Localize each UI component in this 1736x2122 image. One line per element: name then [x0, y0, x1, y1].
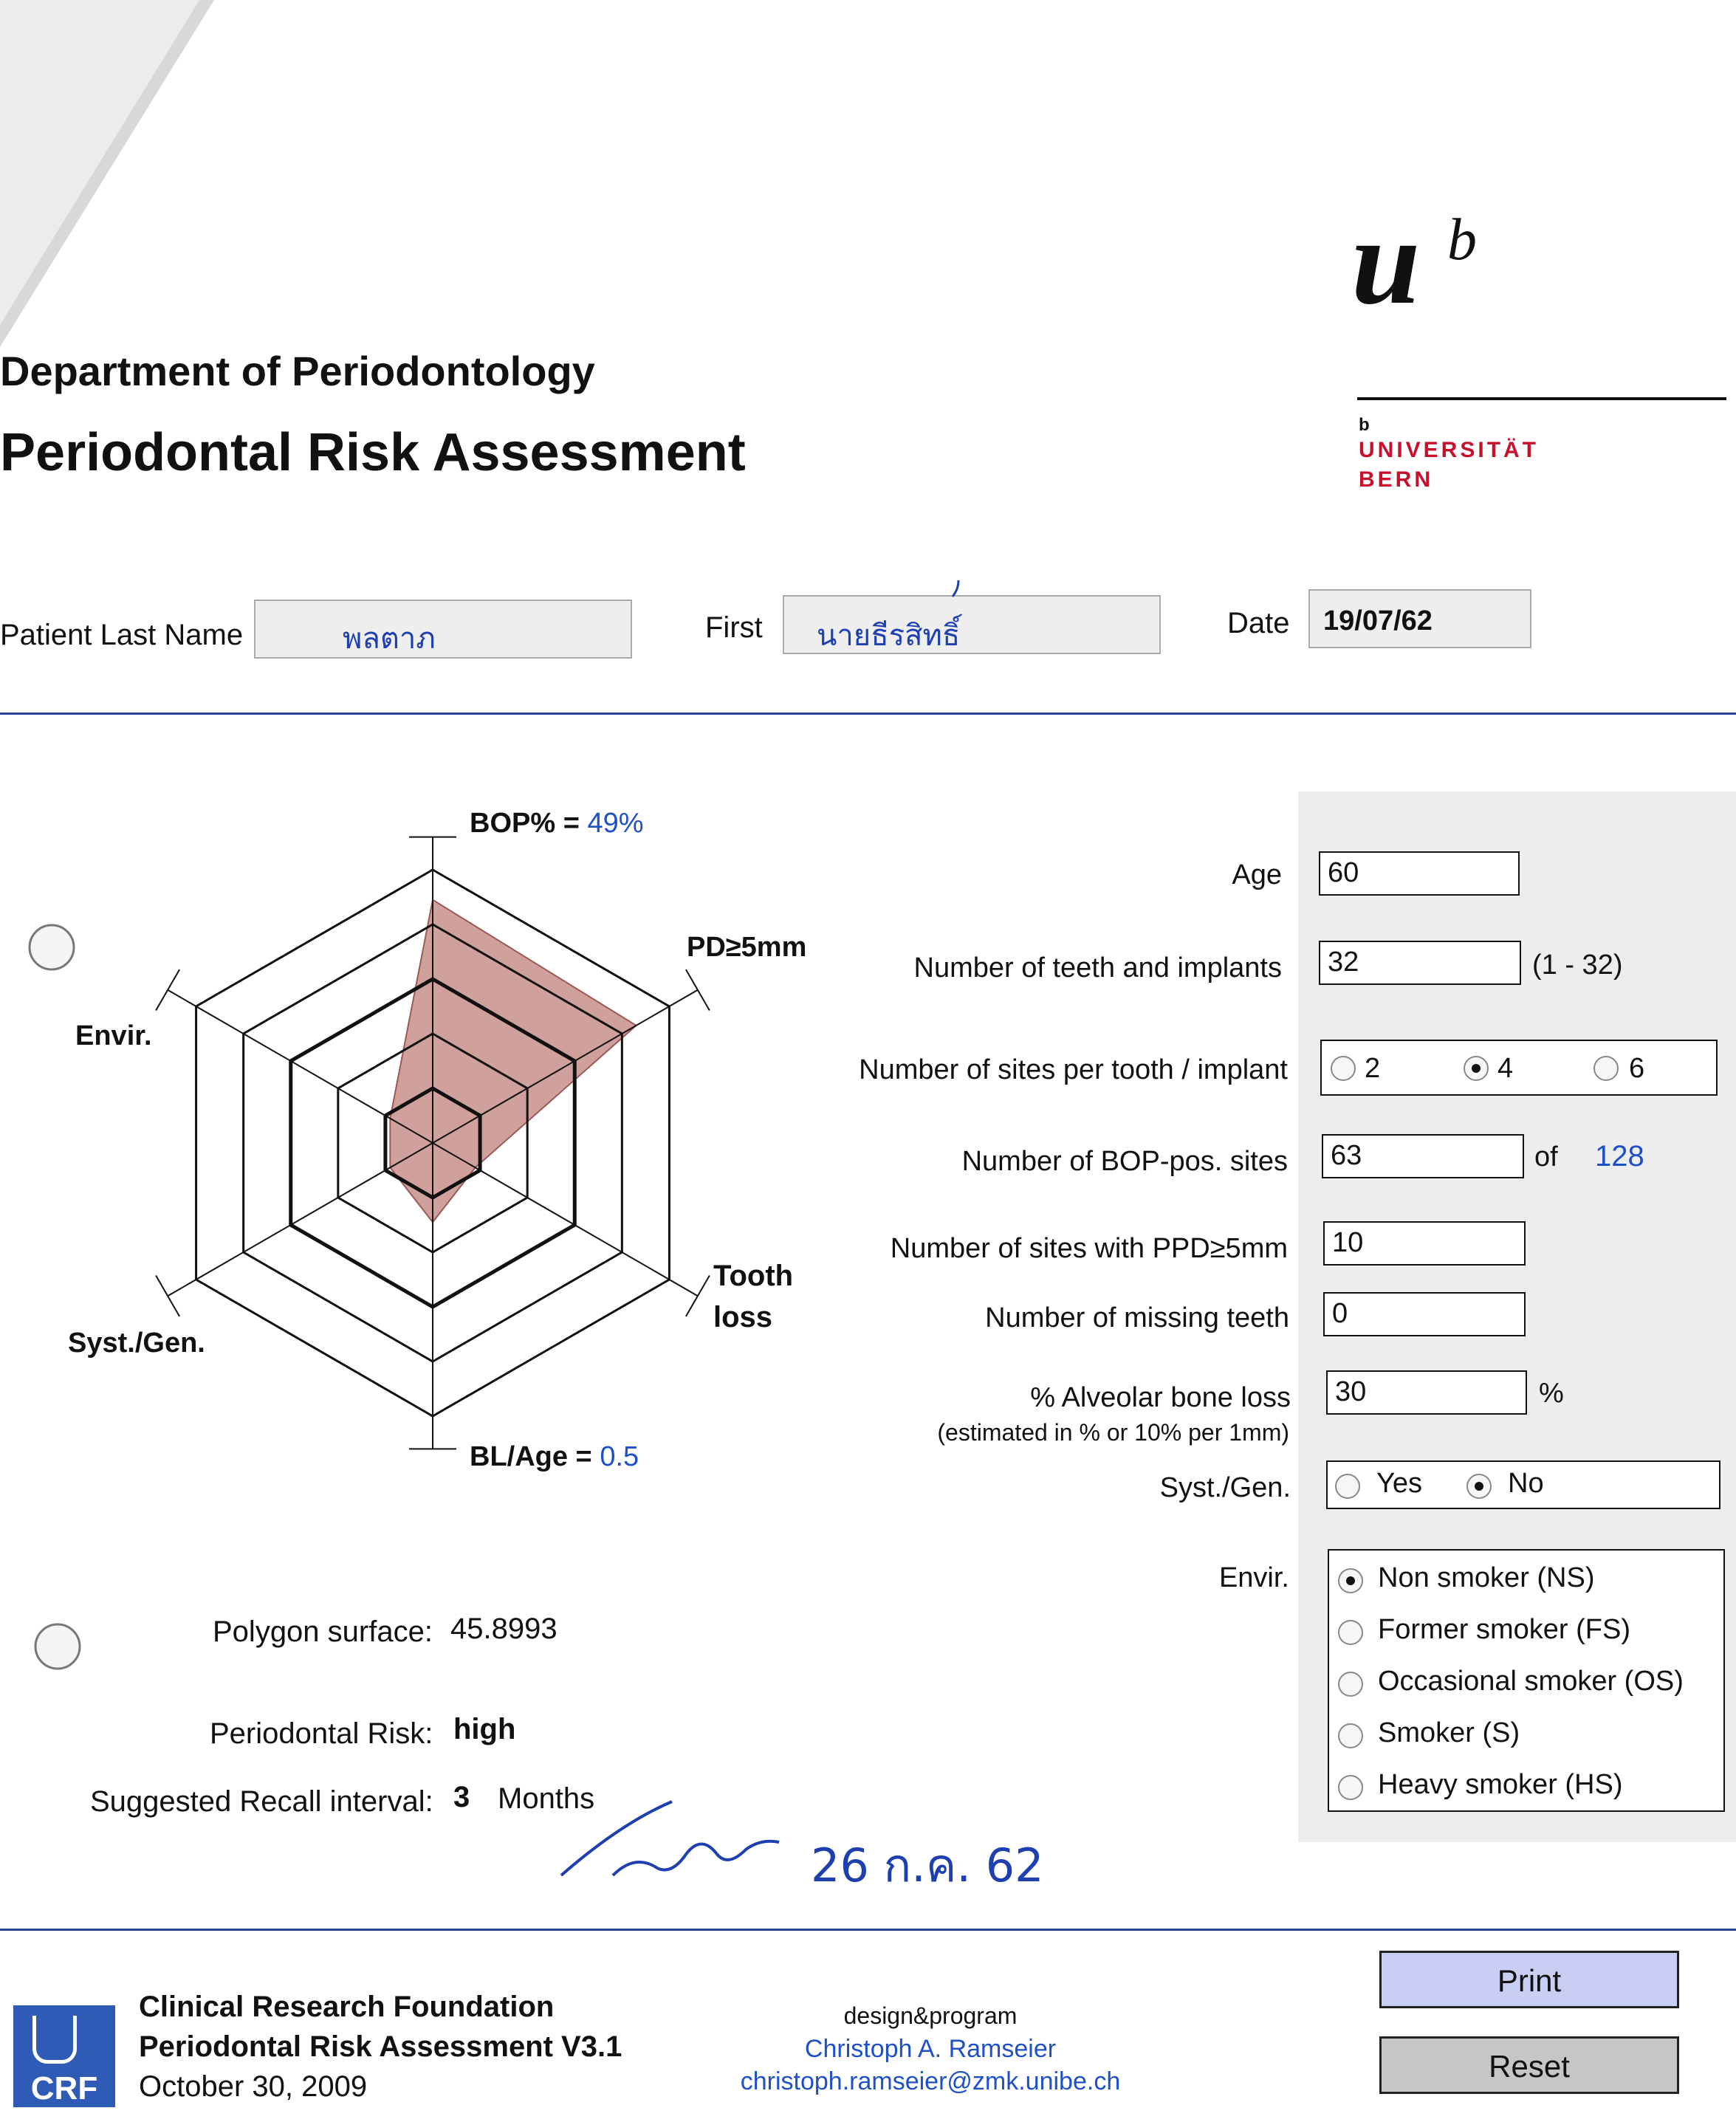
radar-axes	[155, 836, 710, 1450]
axis-value-bop: 49%	[587, 808, 644, 839]
sites-radio-2[interactable]	[1331, 1056, 1356, 1081]
bop-total-sites: 128	[1595, 1140, 1644, 1172]
sites-radio-6[interactable]	[1593, 1056, 1619, 1081]
binder-hole-bottom	[34, 1623, 81, 1670]
recall-interval-value: 3	[453, 1781, 470, 1813]
bop-of-label: of	[1534, 1141, 1558, 1172]
reset-button[interactable]: Reset	[1379, 2036, 1679, 2094]
teeth-range: (1 - 32)	[1532, 950, 1623, 981]
axis-label-syst: Syst./Gen.	[68, 1328, 205, 1359]
axis-label-bl-age: BL/Age = 0.5	[470, 1441, 639, 1473]
syst-gen-option-yes: Yes	[1376, 1468, 1422, 1499]
polygon-surface-label: Polygon surface:	[213, 1615, 433, 1648]
signature-scribble	[611, 1839, 780, 1877]
bone-loss-label: % Alveolar bone loss	[1030, 1382, 1291, 1413]
radar-axis-tick-2	[685, 1274, 710, 1317]
envir-option-ns: Non smoker (NS)	[1378, 1562, 1595, 1593]
radar-axis-tick-1	[685, 969, 710, 1012]
axis-label-bop-text: BOP% =	[470, 808, 580, 839]
envir-radio-hs[interactable]	[1338, 1775, 1363, 1800]
radar-axis-5	[167, 989, 433, 1144]
axis-label-bl-age-text: BL/Age =	[470, 1441, 592, 1472]
risk-polygon	[389, 899, 638, 1223]
age-label: Age	[1232, 859, 1282, 890]
radar-axis-tick-5	[155, 969, 180, 1012]
bone-loss-input[interactable]: 30	[1326, 1370, 1527, 1415]
age-input[interactable]: 60	[1319, 851, 1520, 896]
periodontal-risk-value: high	[453, 1713, 516, 1745]
axis-value-bl-age: 0.5	[600, 1441, 639, 1472]
radar-axis-4	[167, 1142, 433, 1297]
envir-radio-ns[interactable]	[1338, 1568, 1363, 1593]
recall-interval-label: Suggested Recall interval:	[90, 1785, 433, 1818]
envir-label: Envir.	[1218, 1562, 1289, 1593]
recall-interval-unit: Months	[498, 1782, 595, 1815]
footer-product: Periodontal Risk Assessment V3.1	[139, 2030, 622, 2063]
bone-loss-unit: %	[1539, 1378, 1564, 1409]
footer-date: October 30, 2009	[139, 2070, 368, 2103]
bone-loss-hint: (estimated in % or 10% per 1mm)	[937, 1419, 1289, 1446]
periodontal-risk-label: Periodontal Risk:	[210, 1717, 433, 1750]
sites-option-2: 2	[1365, 1053, 1381, 1084]
radar-axis-tick-4	[155, 1274, 180, 1317]
bop-input[interactable]: 63	[1322, 1134, 1524, 1178]
envir-radio-os[interactable]	[1338, 1672, 1363, 1697]
author-name: Christoph A. Ramseier	[804, 2035, 1057, 2063]
binder-hole-top	[28, 924, 75, 971]
radar-axis-2	[432, 1142, 699, 1297]
syst-gen-option-no: No	[1508, 1468, 1544, 1499]
sites-option-4: 4	[1497, 1053, 1514, 1084]
sites-option-6: 6	[1629, 1053, 1645, 1084]
author-email[interactable]: christoph.ramseier@zmk.unibe.ch	[709, 2067, 1152, 2096]
ppd-label: Number of sites with PPD≥5mm	[890, 1233, 1288, 1264]
teeth-label: Number of teeth and implants	[913, 952, 1283, 983]
envir-option-fs: Former smoker (FS)	[1378, 1614, 1630, 1645]
crf-logo-text: CRF	[30, 2070, 98, 2106]
tooth-icon	[32, 2016, 77, 2064]
envir-radio-s[interactable]	[1338, 1723, 1363, 1748]
handwritten-date: 26 ก.ค. 62	[811, 1838, 1044, 1892]
envir-radio-fs[interactable]	[1338, 1620, 1363, 1645]
missing-teeth-label: Number of missing teeth	[985, 1302, 1289, 1333]
syst-gen-radio-yes[interactable]	[1335, 1474, 1360, 1499]
axis-label-envir: Envir.	[75, 1020, 152, 1051]
polygon-surface-value: 45.8993	[450, 1613, 557, 1645]
teeth-input[interactable]: 32	[1319, 941, 1521, 985]
sites-radio-4[interactable]	[1464, 1056, 1489, 1081]
divider-bottom	[0, 1929, 1736, 1931]
sites-radio-group: 2 4 6	[1320, 1040, 1718, 1096]
crf-logo: CRF	[13, 2005, 115, 2107]
design-label: design&program	[843, 2002, 1018, 2029]
missing-teeth-input[interactable]: 0	[1323, 1292, 1526, 1336]
envir-option-s: Smoker (S)	[1378, 1717, 1520, 1748]
sites-label: Number of sites per tooth / implant	[859, 1054, 1288, 1085]
syst-gen-radio-no[interactable]	[1466, 1474, 1492, 1499]
ppd-input[interactable]: 10	[1323, 1221, 1526, 1266]
syst-gen-label: Syst./Gen.	[1159, 1472, 1291, 1503]
bop-label: Number of BOP-pos. sites	[961, 1146, 1288, 1177]
first-name-mark	[951, 580, 960, 597]
syst-gen-radio-group: Yes No	[1326, 1460, 1720, 1509]
envir-option-hs: Heavy smoker (HS)	[1378, 1769, 1623, 1800]
envir-radio-group: Non smoker (NS) Former smoker (FS) Occas…	[1328, 1549, 1725, 1812]
print-button[interactable]: Print	[1379, 1951, 1679, 2008]
envir-option-os: Occasional smoker (OS)	[1378, 1666, 1684, 1697]
footer-org: Clinical Research Foundation	[139, 1991, 555, 2023]
axis-label-bop: BOP% = 49%	[470, 808, 644, 839]
